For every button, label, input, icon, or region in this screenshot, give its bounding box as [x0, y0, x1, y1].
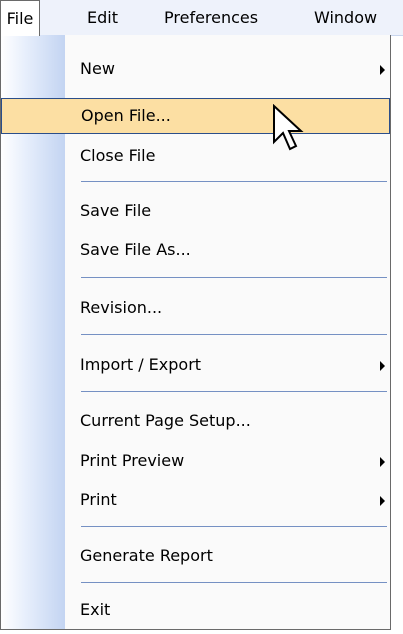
file-menu-dropdown: New Open File... Close File Save File Sa…: [0, 35, 391, 630]
menu-item-label: Print Preview: [80, 451, 185, 470]
menu-item-label: Import / Export: [80, 355, 202, 374]
menu-item-new[interactable]: New: [65, 51, 390, 87]
submenu-arrow-icon: [380, 361, 385, 371]
menu-item-label: Open File...: [81, 106, 171, 125]
menu-item-label: Save File As...: [80, 240, 191, 259]
menu-window[interactable]: Window: [314, 0, 377, 35]
submenu-arrow-icon: [380, 65, 385, 75]
menu-item-print[interactable]: Print: [65, 482, 390, 518]
menu-separator: [81, 181, 387, 182]
menu-item-revision[interactable]: Revision...: [65, 290, 390, 326]
menu-separator: [81, 391, 387, 392]
menu-item-import-export[interactable]: Import / Export: [65, 347, 390, 383]
menu-item-label: Print: [80, 490, 117, 509]
menu-item-label: New: [80, 59, 115, 78]
submenu-arrow-icon: [380, 496, 385, 506]
menu-item-exit[interactable]: Exit: [65, 592, 390, 628]
menu-file[interactable]: File: [0, 0, 40, 36]
menu-item-save-file[interactable]: Save File: [65, 193, 390, 229]
submenu-arrow-icon: [380, 457, 385, 467]
menu-item-close-file[interactable]: Close File: [65, 138, 390, 174]
menu-edit[interactable]: Edit: [87, 0, 118, 35]
menu-item-label: Save File: [80, 201, 152, 220]
menu-item-current-page-setup[interactable]: Current Page Setup...: [65, 403, 390, 439]
menu-item-label: Current Page Setup...: [80, 411, 251, 430]
menu-preferences[interactable]: Preferences: [164, 0, 258, 35]
menu-separator: [81, 582, 387, 583]
menu-item-label: Close File: [80, 146, 156, 165]
menu-separator: [81, 277, 387, 278]
menu-separator: [81, 526, 387, 527]
menu-item-print-preview[interactable]: Print Preview: [65, 443, 390, 479]
menu-item-open-file[interactable]: Open File...: [1, 98, 390, 134]
menu-bar: File Edit Preferences Window: [0, 0, 403, 36]
menu-item-save-file-as[interactable]: Save File As...: [65, 232, 390, 268]
menu-item-generate-report[interactable]: Generate Report: [65, 538, 390, 574]
menu-separator: [81, 334, 387, 335]
mouse-pointer-icon: [273, 104, 304, 151]
menu-item-label: Generate Report: [80, 546, 213, 565]
menu-item-label: Exit: [80, 600, 111, 619]
menu-item-label: Revision...: [80, 298, 163, 317]
